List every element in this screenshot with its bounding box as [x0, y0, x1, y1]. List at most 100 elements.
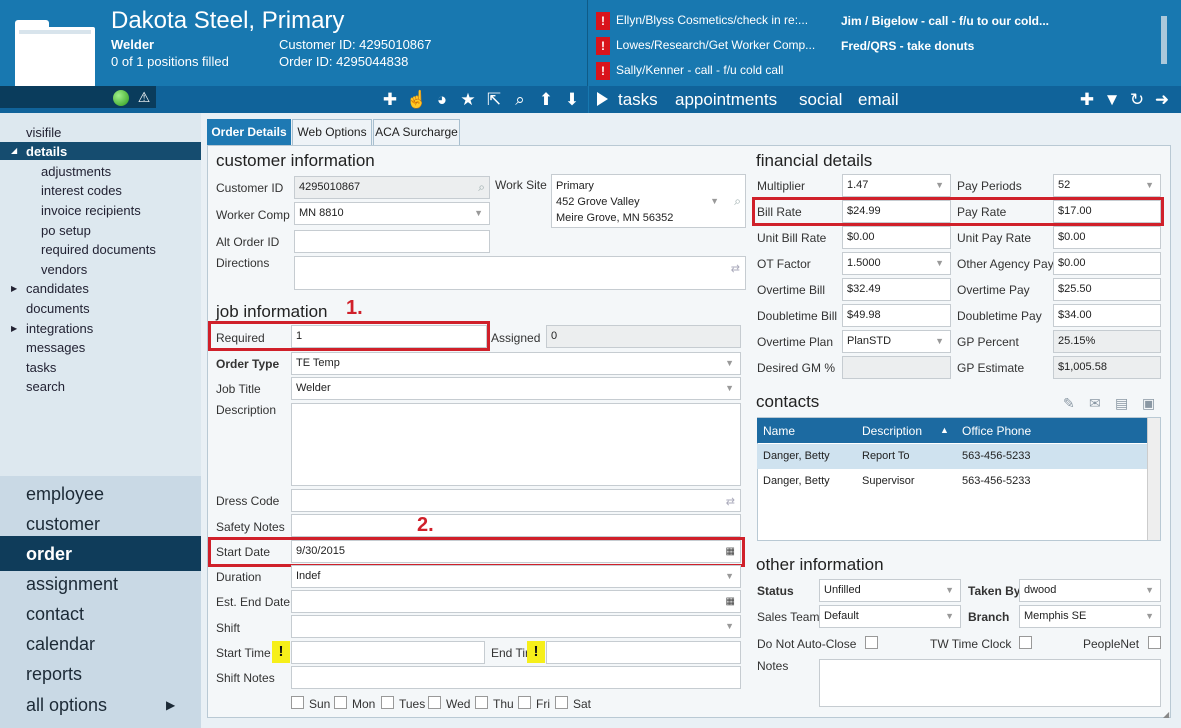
sidebar-item-messages[interactable]: messages	[26, 340, 85, 355]
checkbox-thu[interactable]	[475, 696, 488, 709]
pay-periods-select[interactable]: 52 ▼	[1053, 174, 1161, 197]
tab-aca-surcharge[interactable]: ACA Surcharge	[373, 119, 460, 145]
alt-order-id-input[interactable]	[294, 230, 490, 253]
id-card-icon[interactable]: ▤	[1115, 395, 1128, 412]
sidebar-item-required-documents[interactable]: required documents	[41, 242, 156, 257]
nav-all-options[interactable]: all options	[26, 695, 107, 716]
alert-item[interactable]: ! Sally/Kenner - call - f/u cold call	[596, 60, 783, 80]
overtime-pay-input[interactable]: $25.50	[1053, 278, 1161, 301]
tab-order-details[interactable]: Order Details	[207, 119, 291, 145]
sidebar-item-integrations[interactable]: integrations	[26, 321, 93, 336]
sidebar-item-details[interactable]: details	[26, 144, 67, 159]
expand-arrow-icon[interactable]: ▶	[166, 698, 175, 712]
start-time-input[interactable]	[291, 641, 485, 664]
sidebar-item-po-setup[interactable]: po setup	[41, 223, 91, 238]
tw-time-clock-checkbox[interactable]	[1019, 636, 1032, 649]
multiplier-select[interactable]: 1.47 ▼	[842, 174, 951, 197]
dress-code-input[interactable]: ⇄	[291, 489, 741, 512]
shift-select[interactable]: ▼	[291, 615, 741, 638]
alert-item[interactable]: Jim / Bigelow - call - f/u to our cold..…	[841, 14, 1049, 28]
status-select[interactable]: Unfilled ▼	[819, 579, 961, 602]
add-icon[interactable]: ✚	[380, 90, 400, 110]
customer-id-field[interactable]: 4295010867 ⌕	[294, 176, 490, 199]
arrow-right-icon[interactable]: ➜	[1152, 90, 1172, 110]
doubletime-bill-input[interactable]: $49.98	[842, 304, 951, 327]
table-row[interactable]: Danger, Betty Report To 563-456-5233	[757, 444, 1147, 469]
tab-web-options[interactable]: Web Options	[292, 119, 372, 145]
alert-item[interactable]: ! Ellyn/Blyss Cosmetics/check in re:...	[596, 10, 808, 30]
notes-input[interactable]	[819, 659, 1161, 707]
open-external-icon[interactable]: ⇱	[484, 90, 504, 110]
nav-assignment[interactable]: assignment	[26, 574, 118, 595]
checkbox-tues[interactable]	[381, 696, 394, 709]
shift-notes-input[interactable]	[291, 666, 741, 689]
alerts-scrollbar[interactable]	[1160, 12, 1168, 78]
add-icon[interactable]: ✚	[1077, 90, 1097, 110]
tab-social[interactable]: social	[799, 90, 842, 110]
arrow-up-icon[interactable]: ⬆	[536, 90, 556, 110]
nav-reports[interactable]: reports	[26, 664, 82, 685]
contacts-scrollbar[interactable]	[1147, 418, 1160, 540]
checkbox-fri[interactable]	[518, 696, 531, 709]
arrow-down-icon[interactable]: ⬇	[562, 90, 582, 110]
work-site-select[interactable]: Primary 452 Grove Valley Meire Grove, MN…	[551, 174, 746, 228]
do-not-autoclose-checkbox[interactable]	[865, 636, 878, 649]
sales-team-select[interactable]: Default ▼	[819, 605, 961, 628]
pie-chart-icon[interactable]: ◕	[432, 90, 452, 110]
search-icon[interactable]: ⌕	[510, 90, 530, 110]
tab-email[interactable]: email	[858, 90, 899, 110]
hand-pointer-icon[interactable]: ☝	[406, 90, 427, 110]
document-icon[interactable]: ▣	[1142, 395, 1155, 412]
checkbox-sun[interactable]	[291, 696, 304, 709]
job-title-select[interactable]: Welder ▼	[291, 377, 741, 400]
order-type-select[interactable]: TE Temp ▼	[291, 352, 741, 375]
ot-factor-select[interactable]: 1.5000 ▼	[842, 252, 951, 275]
sidebar-item-search[interactable]: search	[26, 379, 65, 394]
resize-grip-icon[interactable]: ◢	[1163, 710, 1173, 720]
unit-bill-rate-input[interactable]: $0.00	[842, 226, 951, 249]
sidebar-item-candidates[interactable]: candidates	[26, 281, 89, 296]
nav-order[interactable]: order	[26, 544, 72, 565]
checkbox-mon[interactable]	[334, 696, 347, 709]
column-description[interactable]: Description	[862, 424, 922, 438]
description-input[interactable]	[291, 403, 741, 486]
directions-input[interactable]: ⇄	[294, 256, 746, 290]
nav-customer[interactable]: customer	[26, 514, 100, 535]
table-row[interactable]: Danger, Betty Supervisor 563-456-5233	[757, 469, 1147, 494]
expanded-icon[interactable]: ◢	[11, 146, 17, 155]
overtime-plan-select[interactable]: PlanSTD ▼	[842, 330, 951, 353]
sidebar-item-vendors[interactable]: vendors	[41, 262, 87, 277]
play-icon[interactable]	[597, 92, 608, 106]
duration-select[interactable]: Indef ▼	[291, 565, 741, 588]
edit-icon[interactable]: ✎	[1063, 395, 1075, 412]
sidebar-item-adjustments[interactable]: adjustments	[41, 164, 111, 179]
sidebar-item-interest-codes[interactable]: interest codes	[41, 183, 122, 198]
sidebar-item-documents[interactable]: documents	[26, 301, 90, 316]
other-agency-pay-input[interactable]: $0.00	[1053, 252, 1161, 275]
collapsed-icon[interactable]: ▶	[11, 324, 17, 333]
unit-pay-rate-input[interactable]: $0.00	[1053, 226, 1161, 249]
nav-calendar[interactable]: calendar	[26, 634, 95, 655]
end-time-input[interactable]	[546, 641, 741, 664]
collapsed-icon[interactable]: ▶	[11, 284, 17, 293]
est-end-date-input[interactable]: ▦	[291, 590, 741, 613]
alert-item[interactable]: ! Lowes/Research/Get Worker Comp...	[596, 35, 815, 55]
checkbox-sat[interactable]	[555, 696, 568, 709]
tab-tasks[interactable]: tasks	[618, 90, 658, 110]
overtime-bill-input[interactable]: $32.49	[842, 278, 951, 301]
sidebar-item-visifile[interactable]: visifile	[26, 125, 61, 140]
refresh-icon[interactable]: ↻	[1127, 90, 1147, 110]
safety-notes-input[interactable]	[291, 514, 741, 537]
doubletime-pay-input[interactable]: $34.00	[1053, 304, 1161, 327]
email-icon[interactable]: ✉	[1089, 395, 1101, 412]
filter-icon[interactable]: ▼	[1102, 90, 1122, 110]
alert-item[interactable]: Fred/QRS - take donuts	[841, 39, 974, 53]
sidebar-item-tasks[interactable]: tasks	[26, 360, 56, 375]
column-office-phone[interactable]: Office Phone	[962, 424, 1031, 438]
tab-appointments[interactable]: appointments	[675, 90, 777, 110]
warning-icon[interactable]: ⚠	[136, 89, 152, 105]
nav-contact[interactable]: contact	[26, 604, 84, 625]
checkbox-wed[interactable]	[428, 696, 441, 709]
branch-select[interactable]: Memphis SE ▼	[1019, 605, 1161, 628]
column-name[interactable]: Name	[763, 424, 795, 438]
